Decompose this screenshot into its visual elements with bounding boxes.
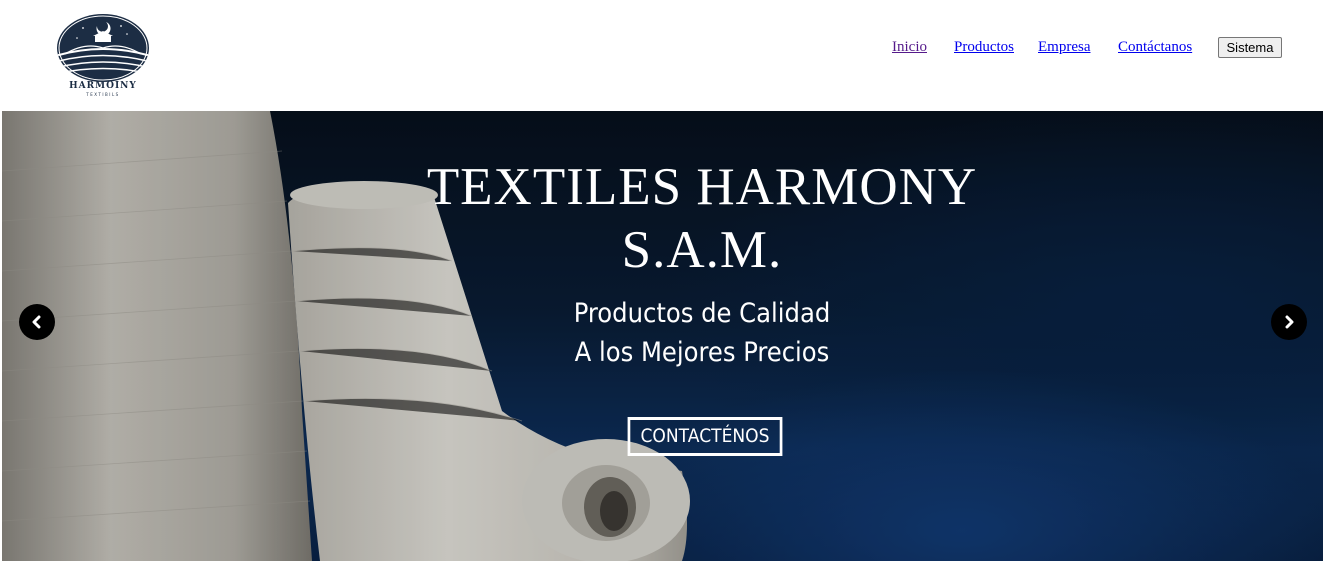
contact-cta-button[interactable]: CONTACTÉNOS [627,417,783,456]
sistema-button[interactable]: Sistema [1218,37,1282,58]
site-header: HARMOINY TEXTIBILS Inicio Productos Empr… [0,0,1325,111]
logo-tagline: TEXTIBILS [86,92,120,97]
hero-title-line-1: TEXTILES HARMONY [426,158,978,216]
hero-subtitle-line-2: A los Mejores Precios [574,337,830,368]
nav-link-inicio[interactable]: Inicio [892,39,927,56]
hero-title-line-2: S.A.M. [621,221,783,279]
carousel-prev-button[interactable] [19,304,55,340]
nav-link-empresa[interactable]: Empresa [1038,39,1090,56]
hero-subtitle-line-1: Productos de Calidad [573,298,831,329]
carousel-next-button[interactable] [1271,304,1307,340]
nav-link-contactanos[interactable]: Contáctanos [1118,39,1192,56]
hero-carousel: TEXTILES HARMONY S.A.M. Productos de Cal… [2,111,1323,561]
nav-link-productos[interactable]: Productos [954,39,1014,56]
logo-wordmark: HARMOINY [69,81,137,91]
chevron-right-icon [1285,315,1294,329]
hero-subtitle: Productos de Calidad A los Mejores Preci… [452,294,952,372]
hero-title: TEXTILES HARMONY S.A.M. [402,156,1002,282]
chevron-left-icon [32,315,41,329]
